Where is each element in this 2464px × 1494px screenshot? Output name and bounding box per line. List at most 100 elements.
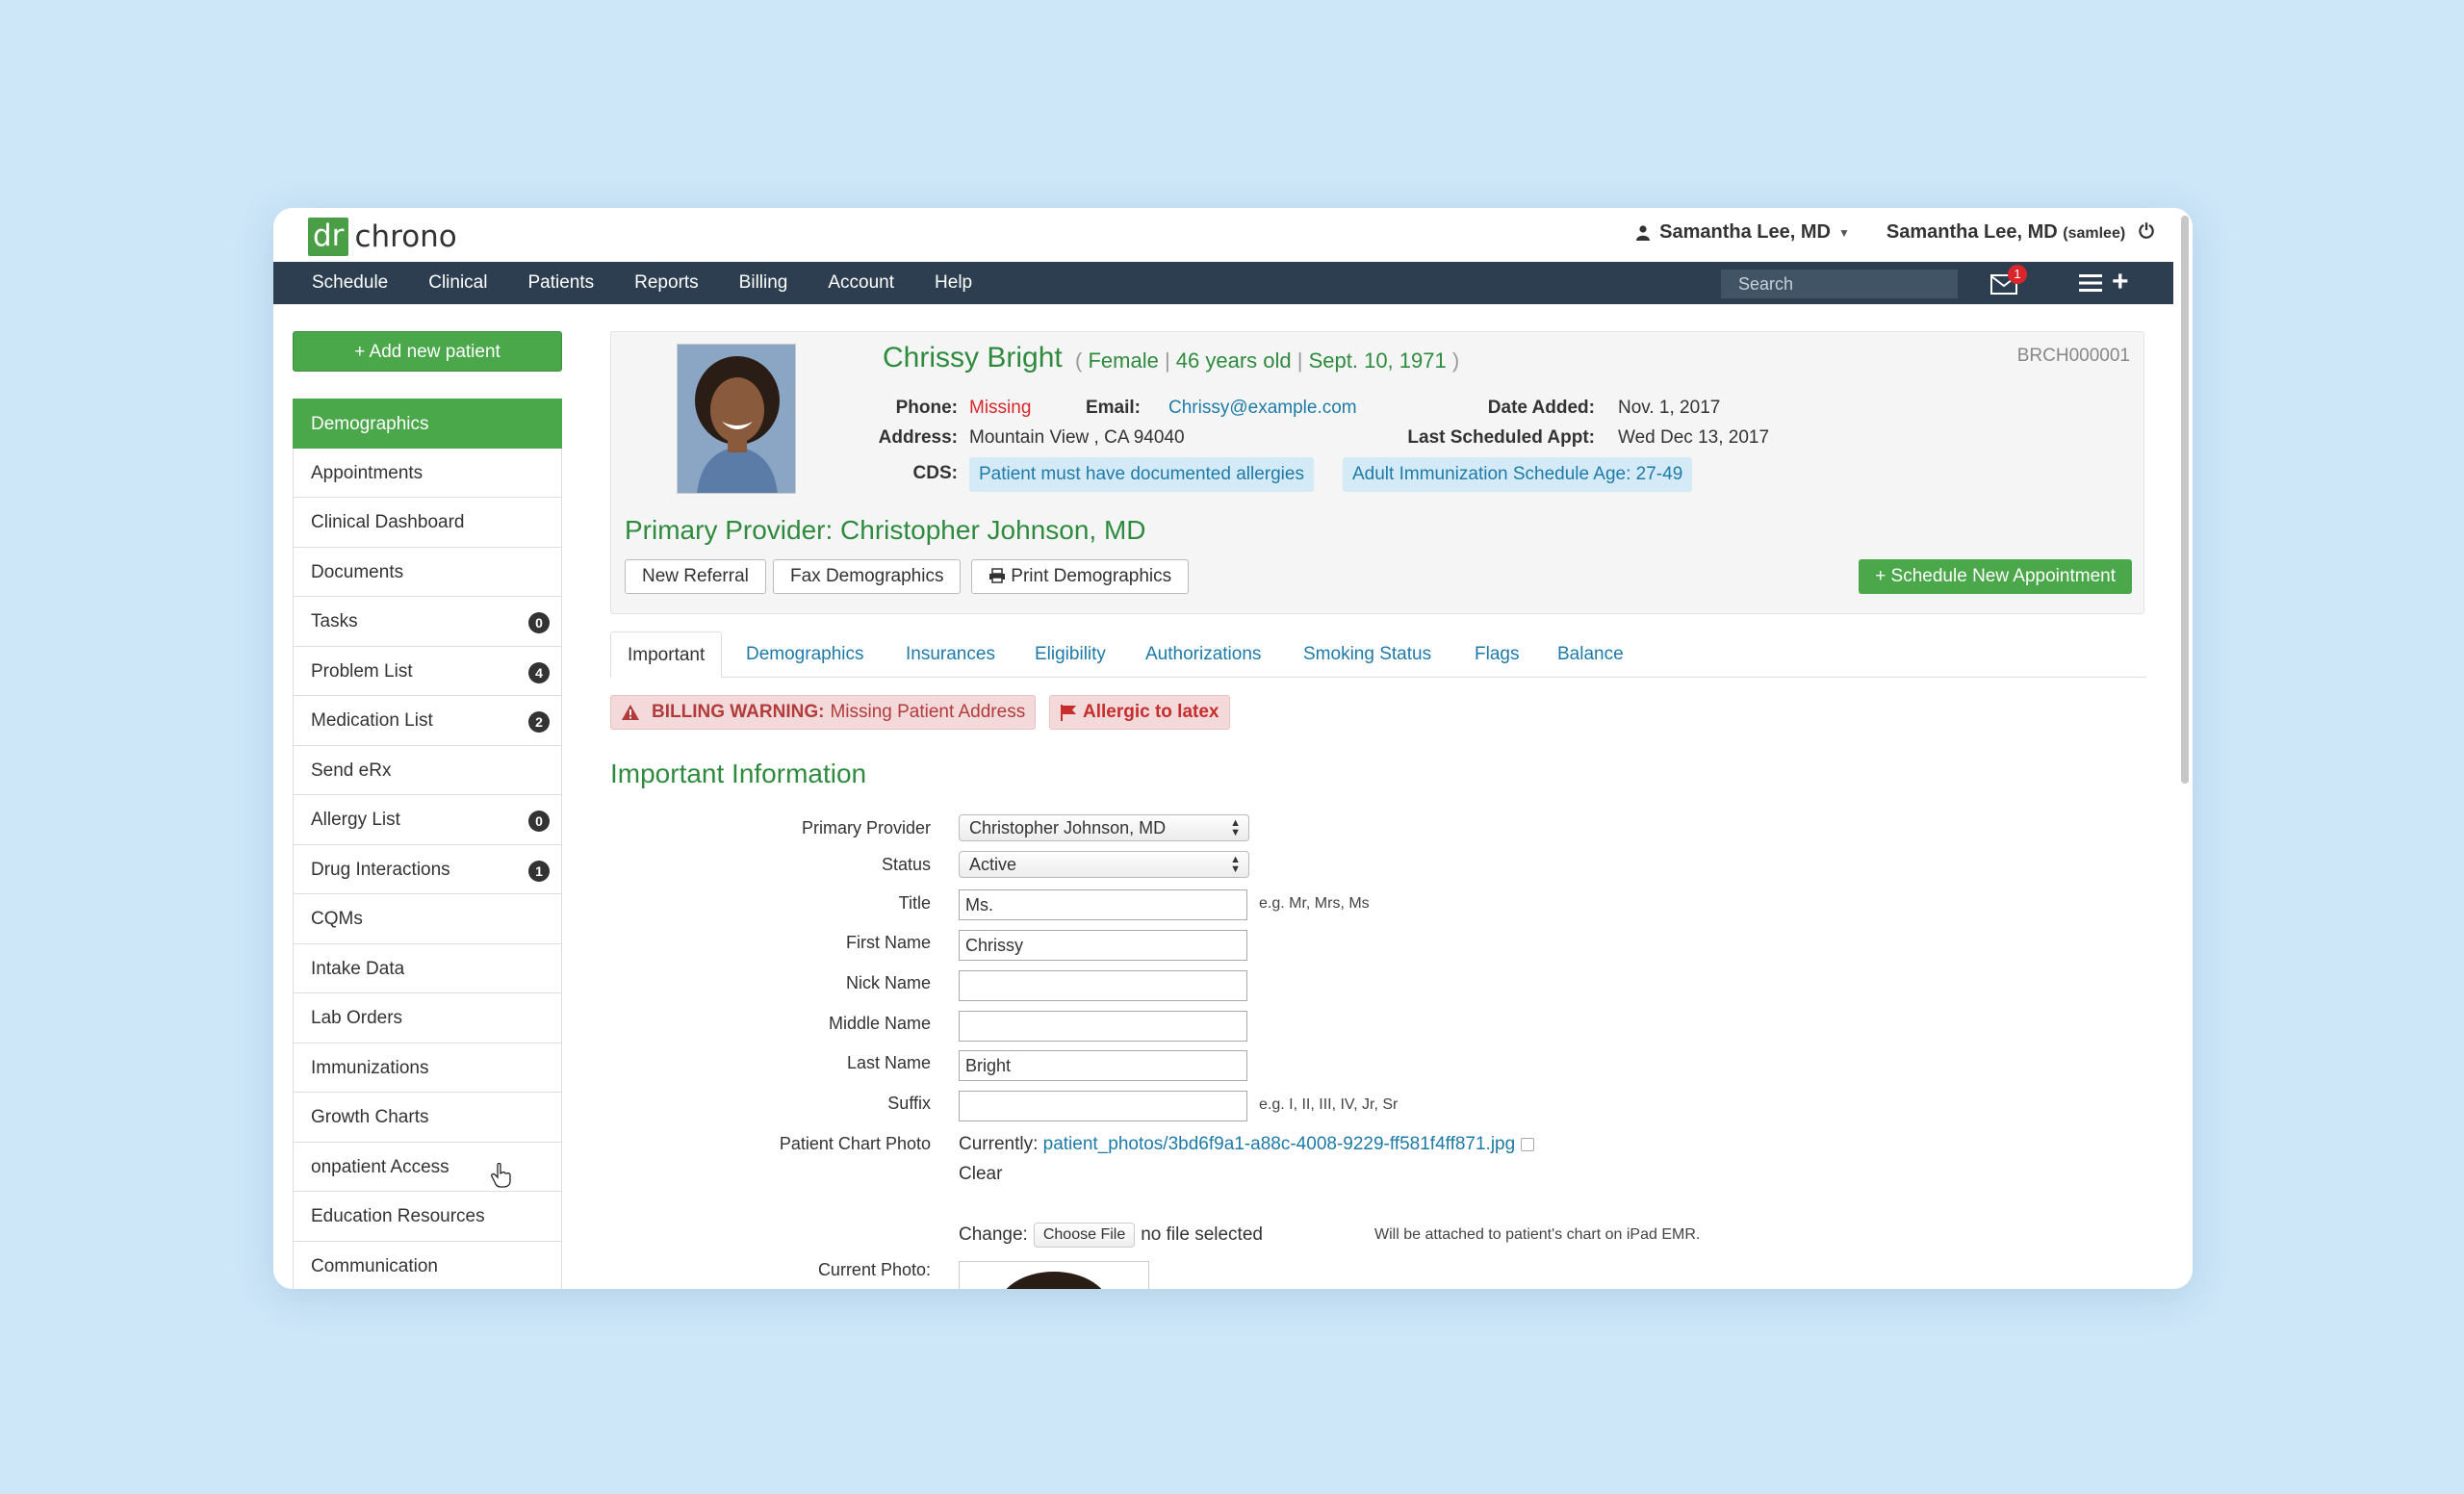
nav-help[interactable]: Help: [935, 262, 972, 304]
nav-clinical[interactable]: Clinical: [428, 262, 487, 304]
primary-provider-label: Primary Provider: [642, 818, 931, 838]
sidebar-item-communication[interactable]: Communication: [293, 1242, 562, 1290]
first-name-label: First Name: [642, 933, 931, 953]
date-added-value: Nov. 1, 2017: [1618, 398, 1720, 419]
sidebar-item-drug-interactions[interactable]: Drug Interactions 1: [293, 845, 562, 895]
nav-billing[interactable]: Billing: [739, 262, 788, 304]
last-name-field[interactable]: Bright: [959, 1050, 1247, 1081]
count-badge: 0: [528, 811, 550, 832]
clear-photo-checkbox[interactable]: [1521, 1138, 1534, 1151]
section-title: Important Information: [610, 759, 866, 789]
drchrono-logo[interactable]: dr chrono: [308, 218, 457, 256]
sidebar-item-clinical-dashboard[interactable]: Clinical Dashboard: [293, 498, 562, 548]
scrollbar-thumb[interactable]: [2181, 216, 2189, 784]
nav-reports[interactable]: Reports: [634, 262, 699, 304]
choose-file-button[interactable]: Choose File: [1034, 1223, 1135, 1248]
patient-tabs: Important Demographics Insurances Eligib…: [610, 631, 2146, 678]
power-icon[interactable]: ⏻: [2139, 221, 2154, 244]
warning-icon: [621, 704, 640, 721]
current-photo-label: Current Photo:: [642, 1260, 931, 1280]
flag-icon: [1060, 705, 1077, 721]
sidebar-item-demographics[interactable]: Demographics: [293, 399, 562, 449]
allergy-flag-alert[interactable]: Allergic to latex: [1049, 695, 1230, 730]
email-value[interactable]: Chrissy@example.com: [1168, 398, 1357, 419]
tab-authorizations[interactable]: Authorizations: [1145, 631, 1261, 678]
sidebar-item-label: onpatient Access: [311, 1157, 449, 1177]
middle-name-label: Middle Name: [642, 1014, 931, 1034]
sidebar-item-education-resources[interactable]: Education Resources: [293, 1192, 562, 1242]
chevron-down-icon[interactable]: ▼: [1838, 226, 1850, 240]
sidebar-item-label: Drug Interactions: [311, 860, 450, 880]
sidebar-item-lab-orders[interactable]: Lab Orders: [293, 993, 562, 1043]
search-input[interactable]: Search: [1721, 270, 1958, 298]
tab-flags[interactable]: Flags: [1475, 631, 1519, 678]
status-select[interactable]: Active ▲▼: [959, 851, 1249, 878]
cds-alert-allergies[interactable]: Patient must have documented allergies: [969, 457, 1314, 492]
sidebar-item-tasks[interactable]: Tasks0: [293, 597, 562, 647]
status-value: Active: [969, 855, 1016, 874]
sidebar-item-label: Send eRx: [311, 760, 391, 781]
count-badge: 4: [528, 662, 550, 683]
ipad-note: Will be attached to patient's chart on i…: [1374, 1226, 1700, 1244]
currently-label: Currently:: [959, 1134, 1038, 1154]
primary-provider-select[interactable]: Christopher Johnson, MD ▲▼: [959, 814, 1249, 841]
tab-balance[interactable]: Balance: [1557, 631, 1624, 678]
nick-name-field[interactable]: [959, 970, 1247, 1001]
sidebar-item-label: Documents: [311, 562, 403, 582]
user-menu[interactable]: Samantha Lee, MD: [1659, 221, 1831, 244]
sidebar-item-growth-charts[interactable]: Growth Charts: [293, 1093, 562, 1143]
date-added-label: Date Added:: [1400, 398, 1595, 419]
sidebar-item-appointments[interactable]: Appointments: [293, 449, 562, 499]
no-file-text: no file selected: [1141, 1224, 1263, 1246]
scrollbar[interactable]: [2175, 208, 2193, 1289]
patient-portrait-image: [678, 345, 796, 494]
tab-demographics[interactable]: Demographics: [746, 631, 864, 678]
sidebar-item-problem-list[interactable]: Problem List4: [293, 647, 562, 697]
sidebar-item-label: CQMs: [311, 909, 363, 929]
nav-patients[interactable]: Patients: [527, 262, 594, 304]
middle-name-field[interactable]: [959, 1011, 1247, 1042]
billing-warning-alert[interactable]: BILLING WARNING: Missing Patient Address: [610, 695, 1036, 730]
tab-important[interactable]: Important: [610, 631, 722, 678]
count-badge: 2: [528, 711, 550, 733]
last-name-label: Last Name: [642, 1053, 931, 1073]
schedule-new-appointment-button[interactable]: + Schedule New Appointment: [1859, 559, 2132, 594]
sidebar-item-medication-list[interactable]: Medication List2: [293, 696, 562, 746]
tab-insurances[interactable]: Insurances: [906, 631, 995, 678]
nav-account[interactable]: Account: [828, 262, 894, 304]
billing-warning-text: Missing Patient Address: [830, 702, 1025, 722]
photo-file-link[interactable]: patient_photos/3bd6f9a1-a88c-4008-9229-f…: [1043, 1134, 1516, 1154]
user-icon: [1636, 225, 1650, 241]
app-window: dr chrono Samantha Lee, MD ▼ Samantha Le…: [273, 208, 2193, 1289]
sidebar-item-onpatient-access[interactable]: onpatient Access: [293, 1143, 562, 1193]
fax-demographics-button[interactable]: Fax Demographics: [773, 559, 961, 594]
suffix-field[interactable]: [959, 1091, 1247, 1121]
top-bar: dr chrono Samantha Lee, MD ▼ Samantha Le…: [273, 208, 2193, 262]
sidebar-item-allergy-list[interactable]: Allergy List0: [293, 795, 562, 845]
billing-warning-title: BILLING WARNING:: [652, 702, 824, 722]
suffix-label: Suffix: [642, 1094, 931, 1114]
plus-icon[interactable]: +: [2112, 268, 2129, 296]
menu-icon[interactable]: [2079, 272, 2102, 294]
print-demographics-button[interactable]: Print Demographics: [971, 559, 1189, 594]
title-label: Title: [642, 893, 931, 914]
nav-schedule[interactable]: Schedule: [312, 262, 388, 304]
title-field[interactable]: Ms.: [959, 889, 1247, 920]
logo-chrono: chrono: [354, 219, 456, 254]
sidebar-item-send-erx[interactable]: Send eRx: [293, 746, 562, 796]
count-badge: 1: [528, 861, 550, 882]
sidebar-item-immunizations[interactable]: Immunizations: [293, 1043, 562, 1094]
sidebar-item-documents[interactable]: Documents: [293, 548, 562, 598]
add-new-patient-button[interactable]: + Add new patient: [293, 331, 562, 372]
tab-eligibility[interactable]: Eligibility: [1035, 631, 1106, 678]
tab-smoking-status[interactable]: Smoking Status: [1303, 631, 1431, 678]
sidebar-item-cqms[interactable]: CQMs: [293, 894, 562, 944]
account-name[interactable]: Samantha Lee, MD (samlee): [1886, 221, 2125, 244]
new-referral-button[interactable]: New Referral: [625, 559, 766, 594]
cds-alert-immunization[interactable]: Adult Immunization Schedule Age: 27-49: [1343, 457, 1692, 492]
phone-value[interactable]: Missing: [969, 398, 1031, 419]
sidebar-item-intake-data[interactable]: Intake Data: [293, 944, 562, 994]
first-name-field[interactable]: Chrissy: [959, 930, 1247, 961]
user-area: Samantha Lee, MD ▼ Samantha Lee, MD (sam…: [1636, 221, 2154, 244]
sidebar-item-label: Growth Charts: [311, 1107, 428, 1127]
